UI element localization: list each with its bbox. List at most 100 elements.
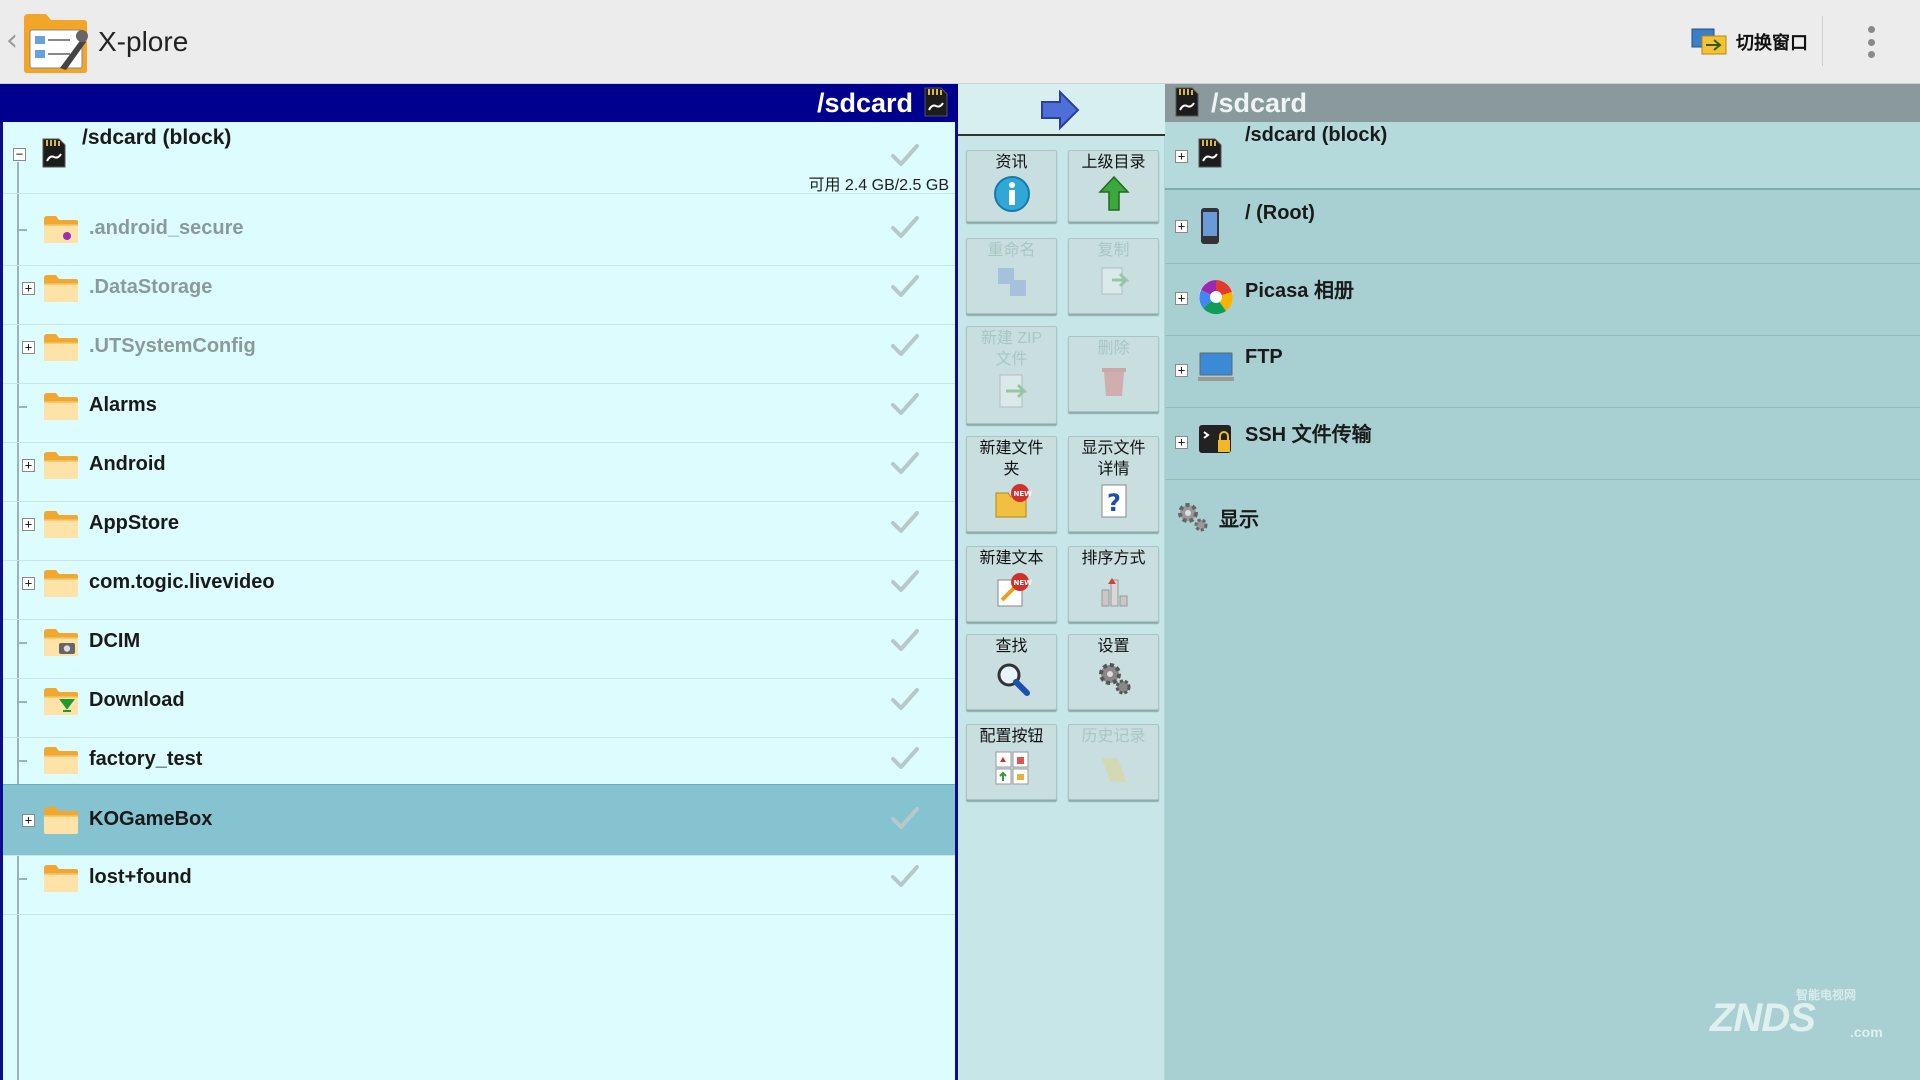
expand-toggle-icon[interactable]: + [1175,150,1188,163]
file-name: com.togic.livevideo [89,571,275,593]
folder-icon [43,805,79,835]
tree-tick [17,642,27,644]
ftp-computer-icon [1198,352,1234,381]
sort-button[interactable]: 排序方式 [1068,546,1159,622]
file-name: Alarms [89,394,157,416]
new-zip-button[interactable]: 新建 ZIP 文件 [966,326,1057,424]
sort-label: 排序方式 [1081,550,1146,567]
copy-button[interactable]: 复制 [1068,238,1159,314]
new-text-icon: NEW [997,573,1032,607]
storage-row[interactable]: + Picasa 相册 [1165,264,1920,336]
check-icon[interactable] [891,747,919,769]
file-name: DCIM [89,630,141,652]
find-button[interactable]: 查找 [966,634,1057,710]
expand-toggle-icon[interactable]: + [22,459,35,472]
check-icon[interactable] [891,807,919,829]
magnifier-icon [997,663,1030,696]
left-file-pane[interactable]: − /sdcard (block) 可用 2.4 GB/2.5 GB .andr… [0,122,958,1080]
expand-toggle-icon[interactable]: + [22,577,35,590]
check-icon[interactable] [891,275,919,297]
storage-name: /sdcard (block) [1245,124,1388,146]
expand-toggle-icon[interactable]: + [1175,364,1188,377]
delete-button[interactable]: 删除 [1068,336,1159,412]
app-title: X-plore [98,26,189,57]
folder-icon [43,391,79,421]
new-zip-label-2: 文件 [995,351,1028,368]
file-name: AppStore [89,512,179,534]
check-icon[interactable] [891,144,919,166]
expand-toggle-icon[interactable]: + [22,282,35,295]
rename-icon [997,268,1026,296]
config-buttons-button[interactable]: 配置按钮 [966,724,1057,800]
sd-card-icon [1174,85,1200,119]
collapse-toggle-icon[interactable]: − [13,148,26,161]
show-details-button[interactable]: 显示文件 详情 ? [1068,436,1159,532]
ssh-terminal-icon [1199,425,1231,453]
storage-name: Picasa 相册 [1245,280,1354,302]
file-row[interactable]: lost+found [3,843,955,915]
storage-name: / (Root) [1245,202,1315,224]
new-text-button[interactable]: 新建文本 NEW [966,546,1057,622]
picasa-icon [1199,280,1233,315]
sort-icon [1101,578,1127,607]
settings-button[interactable]: 设置 [1068,634,1159,710]
new-folder-button[interactable]: 新建文件 夹 NEW [966,436,1057,532]
rename-button[interactable]: 重命名 [966,238,1057,314]
switch-window-button[interactable]: 切换窗口 [1690,20,1808,64]
file-name: KOGameBox [89,808,213,830]
file-name: factory_test [89,748,203,770]
right-pane-header[interactable]: /sdcard [1165,84,1920,122]
check-icon[interactable] [891,452,919,474]
gear-icon [1178,503,1208,532]
new-folder-label-1: 新建文件 [979,440,1044,457]
info-button[interactable]: 资讯 [966,150,1057,222]
x-plore-app-icon[interactable] [20,8,90,76]
check-icon[interactable] [891,393,919,415]
check-icon[interactable] [891,865,919,887]
check-icon[interactable] [891,570,919,592]
expand-toggle-icon[interactable]: + [1175,220,1188,233]
storage-row[interactable]: + / (Root) [1165,192,1920,264]
phone-icon [1201,208,1219,244]
delete-label: 删除 [1097,340,1130,357]
storage-row[interactable]: + FTP [1165,336,1920,408]
expand-toggle-icon[interactable]: + [22,814,35,827]
tree-tick [17,701,27,703]
folder-icon [43,745,79,775]
svg-text:NEW: NEW [1013,490,1032,498]
check-icon[interactable] [891,629,919,651]
display-label: 显示 [1219,508,1259,531]
tree-tick [17,760,27,762]
copy-direction-bar [958,84,1165,136]
direction-arrow-icon[interactable] [1038,88,1082,132]
check-icon[interactable] [891,216,919,238]
new-folder-icon: NEW [995,484,1032,518]
check-icon[interactable] [891,688,919,710]
folder-icon [43,332,79,362]
config-buttons-label: 配置按钮 [979,728,1044,745]
check-icon[interactable] [891,334,919,356]
overflow-menu-icon[interactable] [1860,22,1882,62]
right-file-pane[interactable]: + /sdcard (block) + / (Root) + Picasa 相册… [1165,122,1920,1080]
watermark-suffix: .com [1850,1024,1883,1040]
back-chevron-icon[interactable]: ‹ [6,26,18,56]
expand-toggle-icon[interactable]: + [22,341,35,354]
display-settings-row[interactable]: 显示 [1175,500,1259,534]
folder-icon [43,273,79,303]
storage-row[interactable]: + /sdcard (block) [1165,122,1920,190]
expand-toggle-icon[interactable]: + [1175,292,1188,305]
parent-dir-button[interactable]: 上级目录 [1068,150,1159,222]
expand-toggle-icon[interactable]: + [22,518,35,531]
root-storage-row[interactable]: − /sdcard (block) 可用 2.4 GB/2.5 GB [3,122,955,194]
info-icon [993,176,1030,212]
storage-row[interactable]: + SSH 文件传输 [1165,408,1920,480]
tree-tick [17,406,27,408]
check-icon[interactable] [891,511,919,533]
left-pane-header[interactable]: /sdcard [0,84,958,122]
history-button[interactable]: 历史记录 [1068,724,1159,800]
new-zip-label-1: 新建 ZIP [980,330,1043,347]
file-name: .UTSystemConfig [89,335,256,357]
switch-window-label: 切换窗口 [1736,33,1808,53]
folder-icon [43,568,79,598]
expand-toggle-icon[interactable]: + [1175,436,1188,449]
